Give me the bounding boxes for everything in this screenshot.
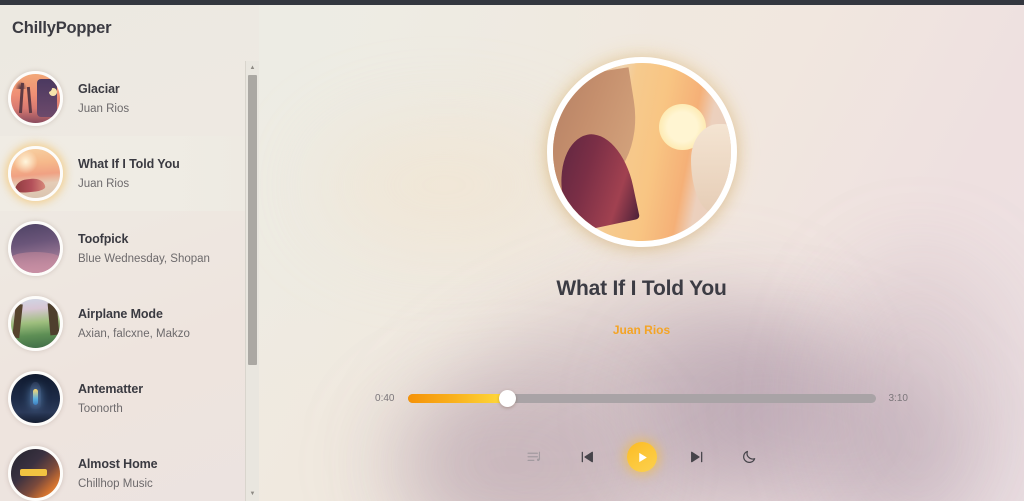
scroll-up-arrow-icon[interactable]: ▲ <box>246 61 259 75</box>
album-art-glaciar <box>11 74 60 123</box>
list-item[interactable]: Antematter Toonorth <box>0 361 259 436</box>
scrollbar-thumb[interactable] <box>248 75 257 365</box>
list-item[interactable]: Toofpick Blue Wednesday, Shopan <box>0 211 259 286</box>
seek-bar-handle[interactable] <box>498 390 516 407</box>
list-item-active[interactable]: What If I Told You Juan Rios <box>0 136 259 211</box>
track-title: Glaciar <box>78 82 120 96</box>
next-track-icon[interactable] <box>685 445 709 469</box>
list-item[interactable]: Almost Home Chillhop Music <box>0 436 259 501</box>
album-cover-artwork <box>552 63 731 241</box>
now-playing-title: What If I Told You <box>556 277 727 300</box>
sidebar: ChillyPopper Glaciar Juan Rios What If I… <box>0 5 259 501</box>
track-meta: Glaciar Juan Rios <box>78 82 129 115</box>
playback-controls <box>259 442 1024 472</box>
track-artist: Toonorth <box>78 403 123 415</box>
track-meta: What If I Told You Juan Rios <box>78 157 180 190</box>
list-item[interactable]: Airplane Mode Axian, falcxne, Makzo <box>0 286 259 361</box>
track-thumbnail <box>8 446 63 501</box>
track-artist: Chillhop Music <box>78 478 153 490</box>
moon-icon[interactable] <box>737 445 761 469</box>
track-meta: Antematter Toonorth <box>78 382 143 415</box>
now-playing-artist: Juan Rios <box>612 323 671 337</box>
track-meta: Toofpick Blue Wednesday, Shopan <box>78 232 210 265</box>
album-art-almost-home <box>11 449 60 498</box>
progress-row: 0:40 3:10 <box>259 390 1024 407</box>
track-thumbnail <box>8 146 63 201</box>
list-item[interactable]: Glaciar Juan Rios <box>0 61 259 136</box>
track-title: Toofpick <box>78 232 129 246</box>
track-thumbnail <box>8 296 63 351</box>
album-art-airplane-mode <box>11 299 60 348</box>
browser-chrome-strip <box>0 0 1024 5</box>
now-playing-panel: What If I Told You Juan Rios 0:40 3:10 <box>259 5 1024 501</box>
track-artist: Juan Rios <box>78 103 130 115</box>
sidebar-scrollbar[interactable]: ▲ ▼ <box>245 61 259 501</box>
track-meta: Almost Home Chillhop Music <box>78 457 158 490</box>
track-thumbnail <box>8 71 63 126</box>
track-title: Airplane Mode <box>78 307 163 321</box>
music-player-app: ChillyPopper Glaciar Juan Rios What If I… <box>0 5 1024 501</box>
scroll-down-arrow-icon[interactable]: ▼ <box>246 487 259 501</box>
play-icon <box>639 452 647 462</box>
album-art-antematter <box>11 374 60 423</box>
track-meta: Airplane Mode Axian, falcxne, Makzo <box>78 307 190 340</box>
track-list[interactable]: Glaciar Juan Rios What If I Told You Jua… <box>0 61 259 501</box>
album-cover <box>534 45 749 259</box>
album-art-toofpick <box>11 224 60 273</box>
track-title: What If I Told You <box>78 157 180 171</box>
track-artist: Axian, falcxne, Makzo <box>78 328 190 340</box>
previous-track-icon[interactable] <box>575 445 599 469</box>
track-thumbnail <box>8 221 63 276</box>
album-cover-frame <box>546 57 737 247</box>
track-title: Almost Home <box>78 457 158 471</box>
track-artist: Juan Rios <box>78 178 130 190</box>
track-thumbnail <box>8 371 63 426</box>
seek-bar-fill <box>407 394 508 403</box>
album-art-what-if-i-told-you <box>11 149 60 198</box>
queue-icon[interactable] <box>523 445 547 469</box>
play-button[interactable] <box>626 442 657 472</box>
current-time-label: 0:40 <box>375 393 395 404</box>
brand-header: ChillyPopper <box>0 5 259 61</box>
total-time-label: 3:10 <box>888 393 908 404</box>
track-artist: Blue Wednesday, Shopan <box>78 253 210 265</box>
seek-bar[interactable] <box>407 390 876 407</box>
track-title: Antematter <box>78 382 143 396</box>
app-title: ChillyPopper <box>12 19 112 37</box>
